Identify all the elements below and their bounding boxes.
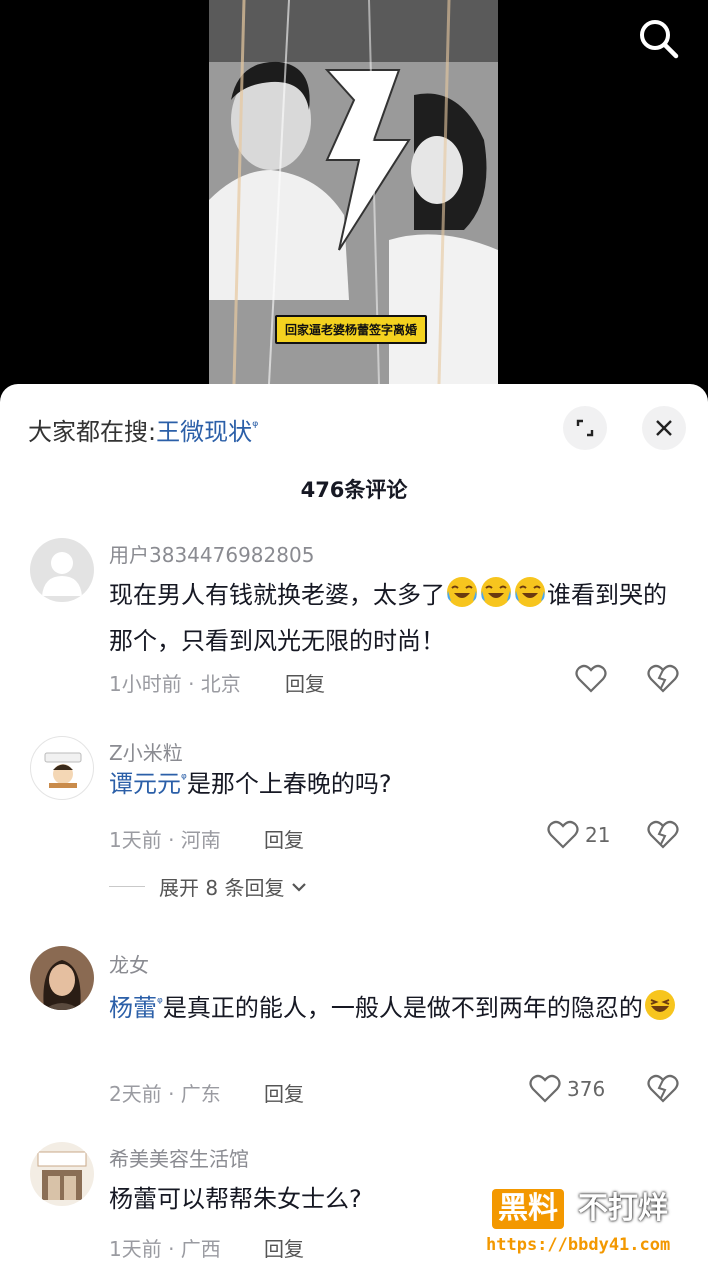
video-area[interactable]: 回家逼老婆杨蕾签字离婚: [0, 0, 708, 400]
video-thumbnail[interactable]: 回家逼老婆杨蕾签字离婚: [209, 0, 498, 384]
reply-button[interactable]: 回复: [264, 824, 304, 853]
hot-search-bar[interactable]: 大家都在搜:王微现状ᵠ: [28, 412, 258, 447]
comment-meta: 2天前 · 广东: [109, 1082, 221, 1106]
reply-button[interactable]: 回复: [285, 668, 325, 697]
dislike-button[interactable]: [647, 820, 679, 854]
avatar[interactable]: [30, 1142, 94, 1206]
broken-heart-icon: [647, 820, 679, 849]
like-button[interactable]: 376: [529, 1074, 605, 1104]
cartoon-avatar-icon: [44, 752, 82, 788]
dislike-button[interactable]: [647, 1074, 679, 1108]
like-button[interactable]: 21: [547, 820, 610, 850]
expand-icon: [576, 419, 594, 437]
comment-meta: 1天前 · 广西: [109, 1237, 221, 1261]
laugh-cry-emoji-icon: [481, 577, 511, 607]
comment-text: 现在男人有钱就换老婆，太多了 谁看到哭的那个，只看到风光无限的时尚！: [109, 572, 684, 664]
comment-sheet: 大家都在搜:王微现状ᵠ 476条评论 用户3834476982805 现在男人有…: [0, 384, 708, 1280]
user-photo-avatar: [30, 946, 94, 1010]
comment-author[interactable]: 用户3834476982805: [109, 539, 314, 568]
watermark-badge: 黑料: [492, 1189, 564, 1229]
watermark-url: https://bbdy41.com: [486, 1235, 671, 1255]
heart-icon: [575, 664, 607, 693]
heart-icon: [547, 820, 579, 849]
close-icon: [656, 420, 672, 436]
reply-button[interactable]: 回复: [264, 1233, 304, 1262]
default-avatar-icon: [30, 538, 94, 602]
comment-meta: 1天前 · 河南: [109, 828, 221, 852]
like-count: 376: [567, 1077, 606, 1101]
close-button[interactable]: [642, 406, 686, 450]
comment-meta: 1小时前 · 北京: [109, 672, 241, 696]
watermark-text: 不打烊: [578, 1191, 668, 1226]
watermark: 黑料 不打烊 https://bbdy41.com: [486, 1183, 696, 1263]
comment-text: 谭元元ᵠ是那个上春晚的吗?: [109, 756, 684, 807]
laugh-cry-emoji-icon: [515, 577, 545, 607]
like-button[interactable]: [575, 664, 607, 694]
expand-replies-label: 展开 8 条回复: [159, 876, 285, 900]
broken-heart-icon: [647, 664, 679, 693]
comment-keyword-link[interactable]: 谭元元: [109, 770, 181, 798]
expand-sheet-button[interactable]: [563, 406, 607, 450]
comment-author[interactable]: 希美美容生活馆: [109, 1143, 249, 1172]
comment-text-part: 现在男人有钱就换老婆，太多了: [109, 581, 445, 609]
video-caption: 回家逼老婆杨蕾签字离婚: [275, 315, 428, 344]
expand-replies-button[interactable]: 展开 8 条回复: [109, 872, 308, 901]
hot-search-prefix: 大家都在搜:: [28, 418, 157, 446]
expand-divider: [109, 886, 145, 887]
chevron-down-icon: [292, 882, 307, 892]
search-button[interactable]: [634, 14, 684, 64]
shop-avatar: [30, 1142, 94, 1206]
keyword-search-icon: ᵠ: [252, 417, 259, 435]
avatar[interactable]: [30, 538, 94, 602]
search-icon: [640, 20, 679, 59]
laugh-cry-emoji-icon: [447, 577, 477, 607]
dislike-button[interactable]: [647, 664, 679, 698]
comment-text-part: 是真正的能人，一般人是做不到两年的隐忍的: [162, 994, 643, 1022]
avatar[interactable]: [30, 736, 94, 800]
comment-text-part: 杨蕾可以帮帮朱女士么?: [109, 1185, 362, 1213]
broken-heart-icon: [647, 1074, 679, 1103]
grin-wink-emoji-icon: [644, 990, 675, 1020]
comment-text-part: 是那个上春晚的吗?: [186, 770, 392, 798]
comment-keyword-link[interactable]: 杨蕾: [109, 994, 157, 1022]
avatar[interactable]: [30, 946, 94, 1010]
like-count: 21: [585, 823, 611, 847]
hot-search-keyword[interactable]: 王微现状: [156, 418, 252, 446]
comment-count-title: 476条评论: [300, 478, 408, 502]
reply-button[interactable]: 回复: [264, 1078, 304, 1107]
comment-text: 杨蕾ᵠ是真正的能人，一般人是做不到两年的隐忍的: [109, 980, 684, 1031]
heart-icon: [529, 1074, 561, 1103]
comment-author[interactable]: 龙女: [109, 949, 149, 978]
